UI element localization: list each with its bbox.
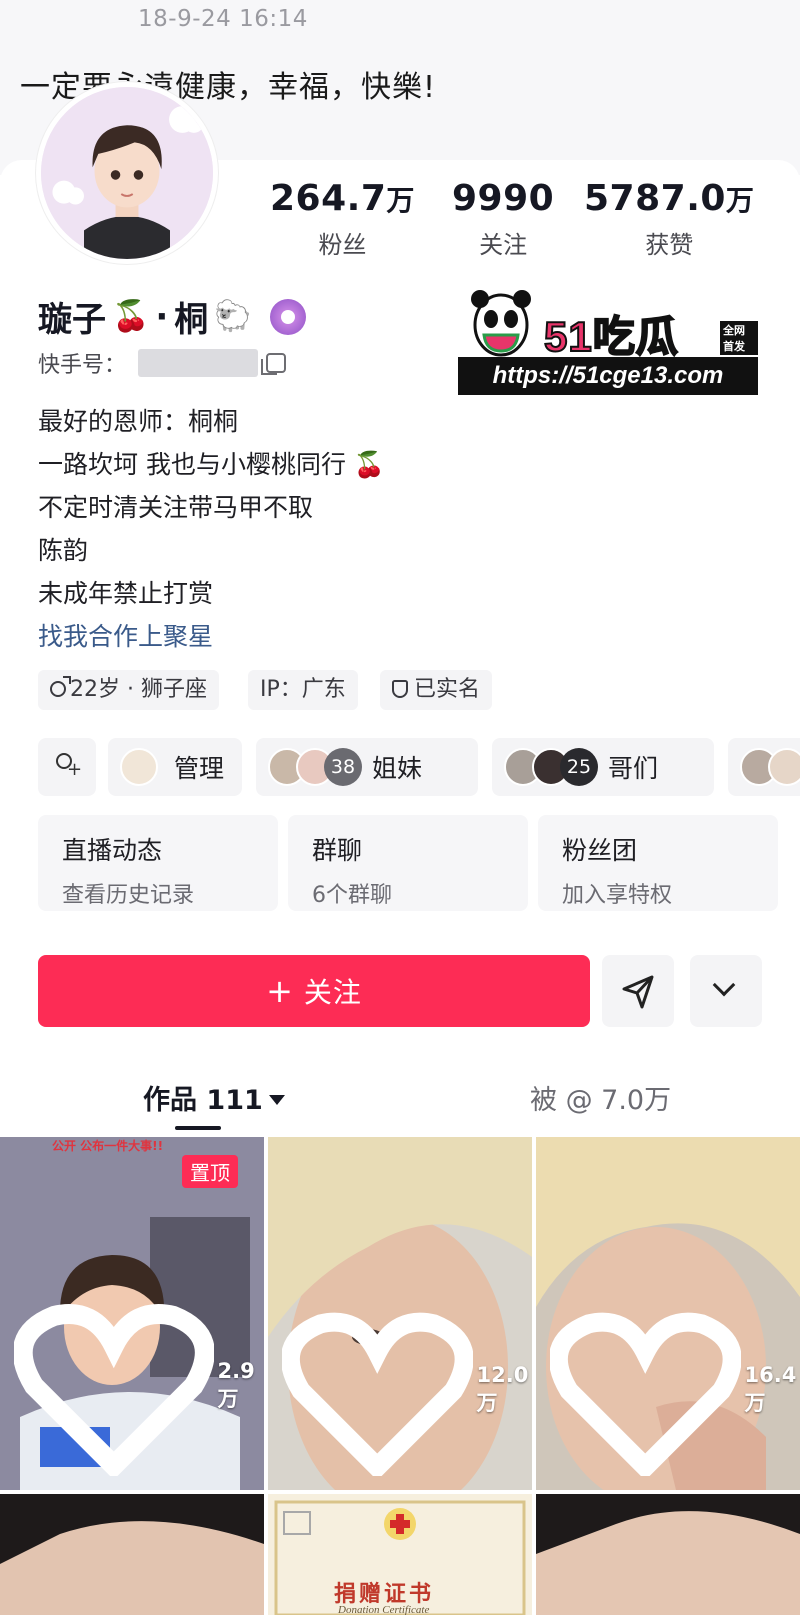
live-history-card[interactable]: 直播动态 查看历史记录 bbox=[38, 815, 278, 911]
video-tile[interactable] bbox=[536, 1494, 800, 1615]
tab-indicator bbox=[175, 1126, 221, 1130]
tab-mentioned[interactable]: 被 @ 7.0万 bbox=[530, 1078, 671, 1117]
bio-line: 一路坎坷 我也与小樱桃同行 bbox=[38, 450, 346, 479]
stat-followers[interactable]: 264.7万 粉丝 bbox=[270, 178, 415, 260]
add-user-icon bbox=[53, 753, 82, 781]
manage-button[interactable]: 管理 bbox=[108, 738, 242, 796]
video-tile[interactable] bbox=[0, 1494, 264, 1615]
bros-group-button[interactable]: 25 哥们 bbox=[492, 738, 714, 796]
send-icon bbox=[622, 975, 654, 1009]
copy-icon[interactable] bbox=[261, 353, 287, 375]
group-chat-card[interactable]: 群聊 6个群聊 bbox=[288, 815, 528, 911]
certificate-subtitle: Donation Certificate bbox=[338, 1604, 430, 1615]
stat-following[interactable]: 9990 关注 bbox=[452, 178, 554, 260]
video-caption: 公开 公布一件大事!! bbox=[52, 1139, 164, 1153]
heart-icon bbox=[282, 1312, 473, 1476]
profile-name-part1: 璇子 bbox=[38, 300, 106, 340]
cover-date: 18-9-24 16:14 bbox=[138, 6, 308, 32]
follow-button[interactable]: + 关注 bbox=[38, 955, 590, 1027]
male-icon bbox=[50, 676, 71, 697]
cherry-icon: 🍒 bbox=[112, 299, 150, 334]
watermark-tag: 全网首发 bbox=[720, 321, 758, 355]
heart-icon bbox=[550, 1312, 741, 1476]
bio-line: 最好的恩师：桐桐 bbox=[38, 407, 239, 436]
tag-age: 22岁 · 狮子座 bbox=[38, 670, 219, 710]
bio: 最好的恩师：桐桐 一路坎坷 我也与小樱桃同行 🍒 不定时清关注带马甲不取 陈韵 … bbox=[38, 400, 385, 658]
like-count: 2.9万 bbox=[14, 1296, 264, 1476]
level-badge-icon[interactable] bbox=[269, 298, 306, 335]
member-avatar bbox=[768, 748, 800, 786]
like-count: 16.4万 bbox=[550, 1305, 800, 1476]
watermark-logo: 51吃瓜 bbox=[543, 312, 679, 361]
avatar[interactable] bbox=[36, 82, 218, 264]
avatar-illustration bbox=[41, 87, 213, 259]
member-count: 25 bbox=[560, 748, 598, 786]
watermark-url: https://51cge13.com bbox=[458, 357, 758, 395]
bio-line: 不定时清关注带马甲不取 bbox=[38, 493, 314, 522]
video-thumbnail bbox=[536, 1494, 800, 1615]
cat-icon bbox=[120, 748, 158, 786]
following-value: 9990 bbox=[452, 178, 555, 219]
tab-works[interactable]: 作品 111 bbox=[143, 1078, 285, 1117]
kuaishou-id-redacted bbox=[138, 349, 259, 377]
profile-name-part2: 桐 bbox=[174, 300, 209, 340]
followers-unit: 万 bbox=[386, 184, 415, 217]
more-options-button[interactable] bbox=[690, 955, 762, 1027]
member-count: 38 bbox=[324, 748, 362, 786]
kuaishou-id: 快手号： bbox=[38, 347, 287, 379]
sisters-group-button[interactable]: 38 姐妹 bbox=[256, 738, 478, 796]
followers-label: 粉丝 bbox=[318, 231, 367, 259]
fan-club-card[interactable]: 粉丝团 加入享特权 bbox=[538, 815, 778, 911]
followers-value: 264.7 bbox=[270, 178, 387, 219]
heart-icon bbox=[14, 1304, 214, 1476]
video-tile[interactable]: 公开 公布一件大事!! 置顶 2.9万 bbox=[0, 1137, 264, 1490]
works-count: 111 bbox=[206, 1085, 263, 1116]
video-tile[interactable]: 16.4万 bbox=[536, 1137, 800, 1490]
likes-label: 获赞 bbox=[645, 231, 694, 259]
chevron-down-icon bbox=[712, 973, 736, 997]
likes-value: 5787.0 bbox=[584, 178, 726, 219]
sheep-icon: 🐑 bbox=[214, 299, 252, 334]
pinned-badge: 置顶 bbox=[182, 1155, 238, 1188]
bio-line: 未成年禁止打赏 bbox=[38, 579, 214, 608]
panda-mascot-icon bbox=[471, 290, 531, 357]
kuaishou-id-label: 快手号： bbox=[38, 353, 127, 378]
profile-name-separator: · bbox=[155, 296, 169, 337]
cherry-icon: 🍒 bbox=[353, 450, 386, 479]
more-groups-button[interactable] bbox=[728, 738, 800, 796]
shield-icon bbox=[392, 680, 408, 698]
like-count: 12.0万 bbox=[282, 1305, 532, 1476]
watermark-overlay: 51吃瓜 全网首发 https://51cge13.com bbox=[458, 285, 758, 397]
name-row: 璇子 🍒 · 桐 🐑 bbox=[38, 292, 306, 341]
following-label: 关注 bbox=[479, 231, 528, 259]
video-tile[interactable]: 12.0万 bbox=[268, 1137, 532, 1490]
message-button[interactable] bbox=[602, 955, 674, 1027]
video-tile[interactable]: 捐赠证书 Donation Certificate bbox=[268, 1494, 532, 1615]
caret-down-icon bbox=[268, 1095, 285, 1105]
tag-ip: IP：广东 bbox=[248, 670, 358, 710]
tag-verified: 已实名 bbox=[380, 670, 493, 710]
likes-unit: 万 bbox=[725, 184, 755, 217]
bio-link[interactable]: 找我合作上聚星 bbox=[38, 615, 385, 658]
add-friend-button[interactable] bbox=[38, 738, 96, 796]
video-thumbnail bbox=[0, 1494, 264, 1615]
plus-icon: + bbox=[266, 972, 294, 1010]
stat-likes[interactable]: 5787.0万 获赞 bbox=[584, 178, 754, 260]
bio-line: 陈韵 bbox=[38, 536, 89, 565]
